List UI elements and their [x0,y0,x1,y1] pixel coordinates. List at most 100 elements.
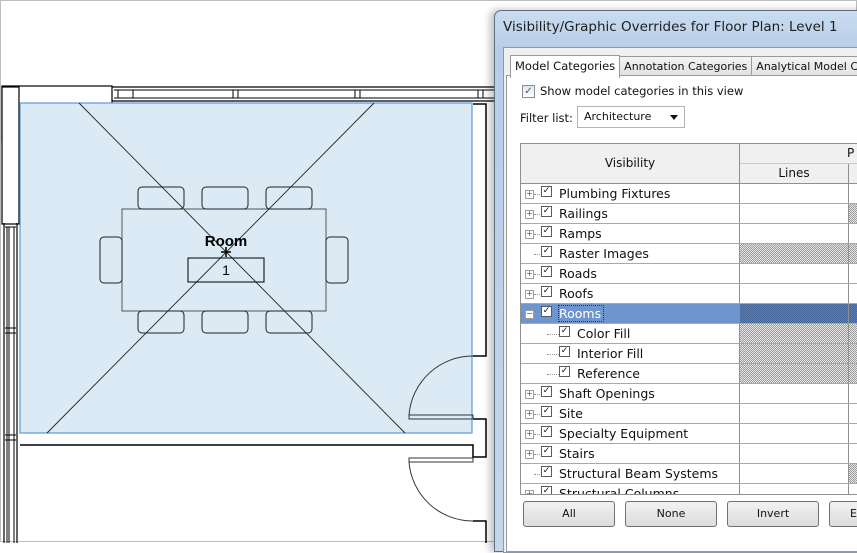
category-checkbox[interactable]: ✓ [541,186,552,197]
visibility-cell[interactable]: ✓ Raster Images [521,244,740,263]
expand-icon[interactable]: + [525,410,534,419]
expand-icon[interactable]: + [525,390,534,399]
category-row[interactable]: − ✓ Rooms [521,304,857,324]
category-row[interactable]: + ✓ Site [521,404,857,424]
lines-override-cell[interactable] [740,464,849,483]
category-checkbox[interactable]: ✓ [541,426,552,437]
visibility-cell[interactable]: + ✓ Railings [521,204,740,223]
visibility-cell[interactable]: + ✓ Stairs [521,444,740,463]
dropdown-arrow-icon[interactable] [670,115,678,120]
lines-override-cell[interactable] [740,304,849,323]
visibility-cell[interactable]: + ✓ Shaft Openings [521,384,740,403]
expand-icon[interactable]: + [525,490,534,494]
lines-override-cell[interactable] [740,344,849,363]
category-row[interactable]: + ✓ Plumbing Fixtures [521,184,857,204]
category-checkbox[interactable]: ✓ [541,206,552,217]
category-checkbox[interactable]: ✓ [541,306,552,317]
categories-grid[interactable]: Visibility P Lines + ✓ Plumbing Fixtures + ✓… [520,143,857,495]
visibility-cell[interactable]: + ✓ Roofs [521,284,740,303]
patterns-override-cell[interactable] [849,304,857,323]
lines-override-cell[interactable] [740,404,849,423]
patterns-override-cell[interactable] [849,324,857,343]
visibility-cell[interactable]: + ✓ Plumbing Fixtures [521,184,740,203]
lines-override-cell[interactable] [740,184,849,203]
expand-icon[interactable]: + [525,450,534,459]
category-checkbox[interactable]: ✓ [559,346,570,357]
category-checkbox[interactable]: ✓ [541,226,552,237]
column-header-visibility[interactable]: Visibility [521,144,740,184]
checkmark-icon[interactable]: ✓ [522,84,535,98]
category-checkbox[interactable]: ✓ [541,406,552,417]
show-model-categories-checkbox[interactable]: ✓ Show model categories in this view [522,84,743,98]
lines-override-cell[interactable] [740,384,849,403]
expand-all-button[interactable]: Ex [829,501,857,527]
category-checkbox[interactable]: ✓ [541,446,552,457]
invert-button[interactable]: Invert [727,501,819,527]
lines-override-cell[interactable] [740,424,849,443]
expand-icon[interactable]: + [525,270,534,279]
category-checkbox[interactable]: ✓ [541,466,552,477]
patterns-override-cell[interactable] [849,224,857,243]
category-row[interactable]: + ✓ Structural Columns [521,484,857,494]
visibility-cell[interactable]: + ✓ Site [521,404,740,423]
lines-override-cell[interactable] [740,244,849,263]
patterns-override-cell[interactable] [849,444,857,463]
category-checkbox[interactable]: ✓ [559,366,570,377]
category-row[interactable]: + ✓ Railings [521,204,857,224]
category-row[interactable]: + ✓ Specialty Equipment [521,424,857,444]
lines-override-cell[interactable] [740,264,849,283]
all-button[interactable]: All [523,501,615,527]
category-row[interactable]: ✓ Interior Fill [521,344,857,364]
patterns-override-cell[interactable] [849,264,857,283]
patterns-override-cell[interactable] [849,184,857,203]
patterns-override-cell[interactable] [849,344,857,363]
category-row[interactable]: ✓ Structural Beam Systems [521,464,857,484]
expand-icon[interactable]: + [525,190,534,199]
expand-icon[interactable]: + [525,210,534,219]
category-row[interactable]: ✓ Color Fill [521,324,857,344]
visibility-cell[interactable]: + ✓ Roads [521,264,740,283]
category-checkbox[interactable]: ✓ [541,286,552,297]
patterns-override-cell[interactable] [849,244,857,263]
patterns-override-cell[interactable] [849,424,857,443]
tab-analytical-model-categories[interactable]: Analytical Model Categ [751,56,857,76]
category-row[interactable]: + ✓ Roofs [521,284,857,304]
category-checkbox[interactable]: ✓ [541,386,552,397]
category-checkbox[interactable]: ✓ [559,326,570,337]
patterns-override-cell[interactable] [849,364,857,383]
visibility-cell[interactable]: + ✓ Structural Columns [521,484,740,494]
visibility-cell[interactable]: ✓ Reference [521,364,740,383]
filter-list-dropdown[interactable]: Architecture [577,106,685,128]
category-row[interactable]: + ✓ Shaft Openings [521,384,857,404]
lines-override-cell[interactable] [740,444,849,463]
patterns-override-cell[interactable] [849,464,857,483]
category-row[interactable]: + ✓ Stairs [521,444,857,464]
tab-model-categories[interactable]: Model Categories [510,55,621,78]
room-region[interactable] [19,102,473,434]
category-row[interactable]: ✓ Reference [521,364,857,384]
patterns-override-cell[interactable] [849,404,857,423]
category-row[interactable]: ✓ Raster Images [521,244,857,264]
collapse-icon[interactable]: − [525,310,534,319]
patterns-override-cell[interactable] [849,204,857,223]
category-row[interactable]: + ✓ Ramps [521,224,857,244]
category-checkbox[interactable]: ✓ [541,266,552,277]
visibility-cell[interactable]: ✓ Structural Beam Systems [521,464,740,483]
room-number-tag[interactable]: 1 [222,262,230,278]
column-header-lines[interactable]: Lines [740,164,849,184]
lines-override-cell[interactable] [740,324,849,343]
category-checkbox[interactable]: ✓ [541,486,552,494]
expand-icon[interactable]: + [525,230,534,239]
category-row[interactable]: + ✓ Roads [521,264,857,284]
expand-icon[interactable]: + [525,290,534,299]
column-header-next[interactable] [849,164,857,184]
visibility-cell[interactable]: − ✓ Rooms [521,304,740,323]
category-checkbox[interactable]: ✓ [541,246,552,257]
tab-annotation-categories[interactable]: Annotation Categories [619,56,753,76]
patterns-override-cell[interactable] [849,484,857,494]
visibility-cell[interactable]: + ✓ Ramps [521,224,740,243]
lines-override-cell[interactable] [740,224,849,243]
visibility-cell[interactable]: ✓ Color Fill [521,324,740,343]
lines-override-cell[interactable] [740,204,849,223]
expand-icon[interactable]: + [525,430,534,439]
